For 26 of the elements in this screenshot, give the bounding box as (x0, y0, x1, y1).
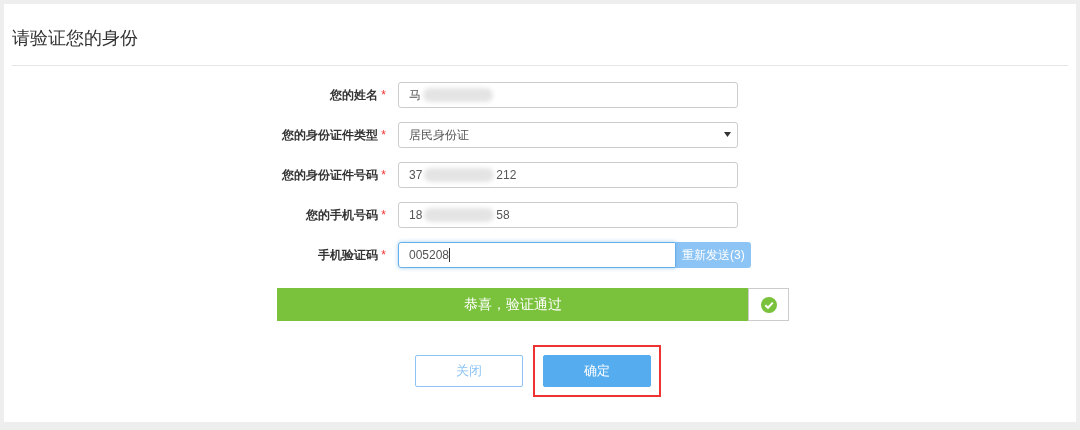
input-field[interactable]: 马 (398, 82, 738, 108)
page-title: 请验证您的身份 (12, 27, 138, 50)
required-mark: * (381, 168, 386, 182)
required-mark: * (381, 128, 386, 142)
field-label: 您的姓名 (330, 88, 379, 102)
field-label: 您的身份证件号码 (282, 168, 379, 182)
field-value: 005208 (409, 247, 450, 264)
select-field[interactable]: 居民身份证 (398, 122, 738, 148)
field-value: 58 (496, 207, 510, 224)
field-label: 手机验证码 (318, 248, 379, 262)
required-mark: * (381, 88, 386, 102)
success-banner: 恭喜，验证通过 (277, 288, 748, 321)
required-mark: * (381, 248, 386, 262)
field-value: 18 (409, 207, 423, 224)
text-cursor (449, 248, 451, 262)
input-field[interactable]: 37 212 (398, 162, 738, 188)
field-value: 37 (409, 167, 423, 184)
field-label: 您的身份证件类型 (282, 128, 379, 142)
required-mark: * (381, 208, 386, 222)
caret-icon[interactable] (724, 132, 731, 137)
input-field[interactable]: 005208 (398, 242, 676, 268)
field-value: 居民身份证 (409, 127, 469, 144)
field-value: 马 (409, 87, 421, 104)
field-label: 您的手机号码 (306, 208, 379, 222)
field-value: 212 (496, 167, 517, 184)
input-field[interactable]: 18 58 (398, 202, 738, 228)
